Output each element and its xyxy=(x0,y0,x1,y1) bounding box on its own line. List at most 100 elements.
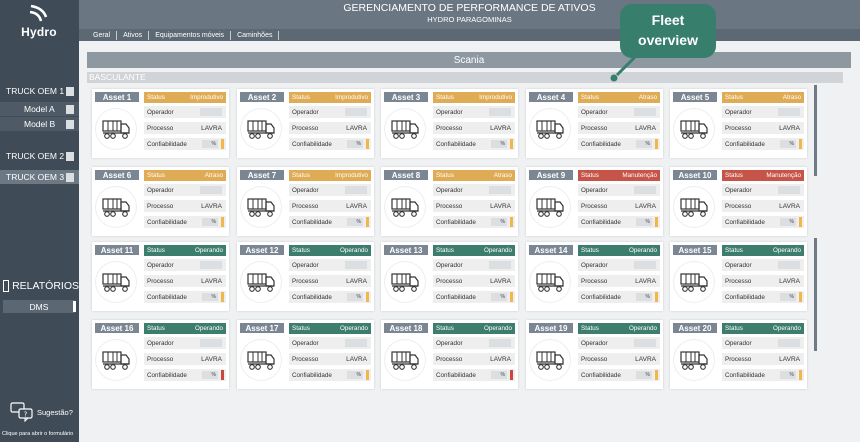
operador-row: Operador xyxy=(722,259,804,271)
processo-row: Processo LAVRA xyxy=(578,275,660,287)
asset-card[interactable]: Asset 14 Status Operando Operador Processo LA… xyxy=(526,242,663,311)
processo-row: Processo LAVRA xyxy=(722,353,804,365)
dump-truck-icon xyxy=(96,340,136,380)
operador-row: Operador xyxy=(578,259,660,271)
asset-card[interactable]: Asset 4 Status Atraso Operador Processo LAVRA… xyxy=(526,89,663,158)
tab-ativos[interactable]: Ativos xyxy=(117,30,150,40)
asset-card[interactable]: Asset 7 Status Improdutivo Operador Processo… xyxy=(237,167,374,236)
asset-card[interactable]: Asset 10 Status Manutenção Operador Processo… xyxy=(670,167,807,236)
processo-label: Processo xyxy=(725,124,752,132)
asset-card[interactable]: Asset 20 Status Operando Operador Processo LA… xyxy=(670,320,807,389)
status-row: Status Atraso xyxy=(722,92,804,103)
sidebar-item-model-b[interactable]: Model B xyxy=(0,117,79,131)
asset-card[interactable]: Asset 11 Status Operando Operador Processo LA… xyxy=(92,242,229,311)
status-value: Atraso xyxy=(493,172,512,179)
processo-row: Processo LAVRA xyxy=(289,200,371,212)
status-label: Status xyxy=(292,325,310,332)
operador-label: Operador xyxy=(436,108,463,116)
dump-truck-icon xyxy=(96,262,136,302)
sidebar-item-model-a[interactable]: Model A xyxy=(0,102,79,116)
chat-bubbles-icon: ? xyxy=(10,402,33,422)
confiabilidade-label: Confiabilidade xyxy=(725,140,765,148)
dump-truck-icon xyxy=(385,262,425,302)
asset-card[interactable]: Asset 3 Status Improdutivo Operador Processo… xyxy=(381,89,518,158)
status-value: Operando xyxy=(628,247,657,254)
dms-label: DMS xyxy=(29,301,49,312)
dump-truck-icon xyxy=(530,340,570,380)
sidebar-item-truck-oem-2[interactable]: TRUCK OEM 2 xyxy=(0,149,79,163)
asset-card[interactable]: Asset 19 Status Operando Operador Processo LA… xyxy=(526,320,663,389)
confiabilidade-label: Confiabilidade xyxy=(436,371,476,379)
dms-button[interactable]: DMS xyxy=(3,300,76,313)
asset-card[interactable]: Asset 9 Status Manutenção Operador Processo L… xyxy=(526,167,663,236)
asset-card[interactable]: Asset 17 Status Operando Operador Processo LA… xyxy=(237,320,374,389)
asset-name: Asset 10 xyxy=(673,170,717,180)
reliability-bar xyxy=(510,292,513,302)
reliability-bar xyxy=(510,370,513,380)
asset-card[interactable]: Asset 12 Status Operando Operador Processo LA… xyxy=(237,242,374,311)
asset-name: Asset 12 xyxy=(240,245,284,255)
asset-card[interactable]: Asset 15 Status Operando Operador Processo LA… xyxy=(670,242,807,311)
confiabilidade-row: Confiabilidade% xyxy=(289,216,371,228)
operador-value xyxy=(489,261,511,269)
operador-value xyxy=(200,339,222,347)
suggestion-button[interactable]: ? Sugestão? xyxy=(10,402,73,422)
asset-card[interactable]: Asset 13 Status Operando Operador Processo LA… xyxy=(381,242,518,311)
percent-sign: % xyxy=(500,372,505,378)
status-label: Status xyxy=(581,247,599,254)
asset-card[interactable]: Asset 18 Status Operando Operador Processo LA… xyxy=(381,320,518,389)
hydro-logo: Hydro xyxy=(14,4,64,44)
status-value: Manutenção xyxy=(622,172,657,179)
asset-card[interactable]: Asset 8 Status Atraso Operador Processo LAVRA… xyxy=(381,167,518,236)
operador-label: Operador xyxy=(147,186,174,194)
tab-equipamentos-moveis[interactable]: Equipamentos móveis xyxy=(149,30,232,40)
asset-card[interactable]: Asset 5 Status Atraso Operador Processo LAVRA… xyxy=(670,89,807,158)
status-value: Improdutivo xyxy=(335,94,368,101)
asset-card[interactable]: Asset 2 Status Improdutivo Operador Processo… xyxy=(237,89,374,158)
processo-value: LAVRA xyxy=(635,355,656,363)
asset-card[interactable]: Asset 1 Status Improdutivo Operador Processo… xyxy=(92,89,229,158)
asset-name: Asset 13 xyxy=(384,245,428,255)
operador-value xyxy=(200,261,222,269)
sidebar-item-label: TRUCK OEM 2 xyxy=(6,151,65,161)
operador-row: Operador xyxy=(722,106,804,118)
status-row: Status Operando xyxy=(722,323,804,334)
processo-row: Processo LAVRA xyxy=(433,200,515,212)
sidebar-item-truck-oem-3[interactable]: TRUCK OEM 3 xyxy=(0,170,79,184)
operador-label: Operador xyxy=(581,339,608,347)
operador-value xyxy=(345,186,367,194)
confiabilidade-label: Confiabilidade xyxy=(292,371,332,379)
processo-label: Processo xyxy=(292,355,319,363)
status-label: Status xyxy=(436,247,454,254)
sidebar-item-truck-oem-1[interactable]: TRUCK OEM 1 xyxy=(0,84,79,98)
reports-link[interactable]: RELATÓRIOS xyxy=(3,278,79,294)
operador-row: Operador xyxy=(289,106,371,118)
processo-value: LAVRA xyxy=(779,202,800,210)
asset-card[interactable]: Asset 6 Status Atraso Operador Processo LAVRA… xyxy=(92,167,229,236)
asset-card[interactable]: Asset 16 Status Operando Operador Processo LA… xyxy=(92,320,229,389)
operador-value xyxy=(345,339,367,347)
tab-caminhoes[interactable]: Caminhões xyxy=(231,30,280,40)
operador-value xyxy=(778,339,800,347)
confiabilidade-label: Confiabilidade xyxy=(725,371,765,379)
status-label: Status xyxy=(436,94,454,101)
reliability-bar xyxy=(799,217,802,227)
operador-value xyxy=(489,186,511,194)
operador-row: Operador xyxy=(433,259,515,271)
confiabilidade-label: Confiabilidade xyxy=(581,218,621,226)
scrollbar[interactable] xyxy=(814,85,817,176)
scrollbar[interactable] xyxy=(814,238,817,351)
operador-value xyxy=(345,261,367,269)
confiabilidade-value: % xyxy=(780,293,796,301)
status-value: Improdutivo xyxy=(335,172,368,179)
document-icon xyxy=(3,280,10,292)
confiabilidade-label: Confiabilidade xyxy=(147,218,187,226)
status-value: Improdutivo xyxy=(190,94,223,101)
operador-label: Operador xyxy=(436,186,463,194)
confiabilidade-value: % xyxy=(491,371,507,379)
reliability-bar xyxy=(221,139,224,149)
confiabilidade-row: Confiabilidade% xyxy=(144,216,226,228)
tab-geral[interactable]: Geral xyxy=(79,30,118,40)
status-label: Status xyxy=(147,94,165,101)
asset-name: Asset 6 xyxy=(95,170,139,180)
